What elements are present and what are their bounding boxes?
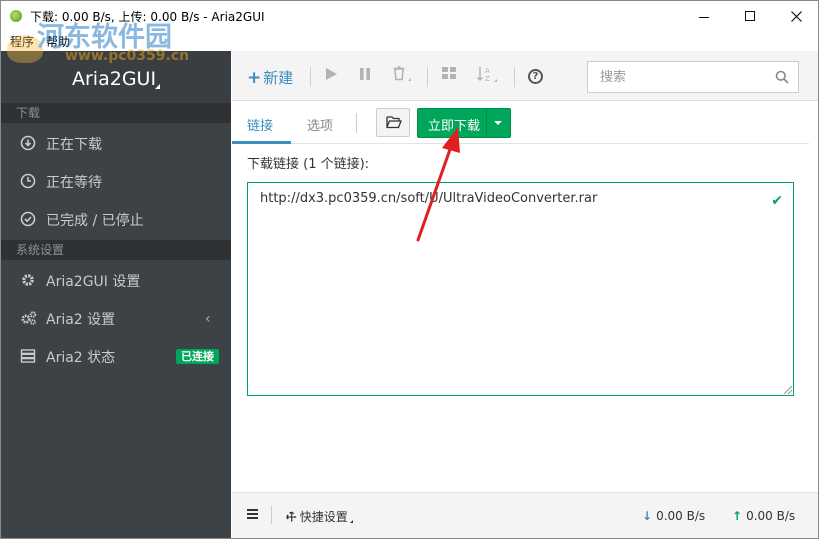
- open-file-button[interactable]: [376, 108, 410, 137]
- play-icon: [326, 68, 337, 80]
- sidebar-item-completed[interactable]: 已完成 / 已停止: [1, 200, 231, 238]
- quick-settings-button[interactable]: ⚒快捷设置: [282, 508, 348, 526]
- app-icon: [10, 10, 22, 22]
- toolbar-divider: [514, 67, 515, 87]
- download-speed: ↓ 0.00 B/s: [642, 509, 705, 523]
- download-links-label: 下载链接 (1 个链接):: [247, 157, 370, 172]
- arrow-up-icon: ↑: [732, 509, 743, 523]
- sort-alpha-icon: AZ: [476, 67, 490, 83]
- search-icon[interactable]: [775, 70, 789, 84]
- delete-caret-icon: [408, 78, 411, 81]
- app-window: 下载: 0.00 B/s, 上传: 0.00 B/s - Aria2GUI 程序…: [0, 0, 819, 539]
- sidebar-item-downloading[interactable]: 正在下载: [1, 124, 231, 162]
- close-icon: [790, 10, 802, 22]
- plus-icon: +: [247, 68, 262, 88]
- maximize-icon: [745, 11, 755, 21]
- brand-caret-icon: [155, 84, 160, 89]
- sidebar-item-waiting[interactable]: 正在等待: [1, 162, 231, 200]
- minimize-button[interactable]: [681, 1, 727, 31]
- grid-icon: [442, 67, 456, 79]
- sidebar-item-aria2-settings[interactable]: Aria2 设置 ‹: [1, 299, 231, 337]
- select-all-button[interactable]: [438, 65, 460, 87]
- download-circle-icon: [20, 135, 36, 151]
- sidebar-item-aria2gui-settings[interactable]: Aria2GUI 设置: [1, 261, 231, 299]
- active-tab-indicator: [232, 141, 291, 144]
- url-textarea[interactable]: http://dx3.pc0359.cn/soft/U/UltraVideoCo…: [247, 182, 794, 396]
- url-value: http://dx3.pc0359.cn/soft/U/UltraVideoCo…: [260, 191, 598, 206]
- clock-icon: [20, 173, 36, 189]
- footer-divider: [271, 506, 272, 524]
- gear-icon: [20, 272, 36, 288]
- gears-icon: [20, 310, 37, 326]
- arrow-down-icon: ↓: [642, 509, 653, 523]
- sidebar-item-aria2-status[interactable]: Aria2 状态 已连接: [1, 337, 231, 375]
- server-icon: [20, 348, 36, 364]
- hamburger-menu-icon[interactable]: [247, 509, 258, 519]
- chevron-left-icon: ‹: [205, 311, 211, 327]
- new-task-label: 新建: [263, 69, 294, 87]
- status-badge: 已连接: [176, 349, 219, 364]
- quick-settings-caret-icon: [350, 520, 353, 523]
- sidebar: Aria2GUI 下载 正在下载 正在等待 已完成 / 已停止 系统设置 Ari…: [1, 51, 231, 538]
- check-icon: ✔: [771, 193, 783, 209]
- upload-speed-value: 0.00 B/s: [746, 509, 796, 523]
- sidebar-item-label: 正在下载: [46, 137, 102, 153]
- toolbar-divider: [427, 67, 428, 87]
- folder-open-icon: [386, 116, 402, 129]
- download-now-button[interactable]: 立即下载: [417, 108, 511, 138]
- tab-options[interactable]: 选项: [307, 115, 333, 134]
- toolbar: + 新建 AZ ?: [232, 51, 818, 101]
- help-icon[interactable]: ?: [528, 69, 543, 84]
- tab-links[interactable]: 链接: [247, 115, 273, 134]
- search-box: [587, 61, 799, 93]
- watermark-url: www.pc0359.cn: [65, 48, 190, 64]
- check-circle-icon: [20, 211, 36, 227]
- new-task-button[interactable]: + 新建: [247, 67, 293, 88]
- svg-text:Z: Z: [485, 75, 490, 83]
- maximize-button[interactable]: [727, 1, 773, 31]
- sort-button[interactable]: AZ: [474, 65, 496, 87]
- close-button[interactable]: [773, 1, 819, 31]
- dropdown-caret-icon[interactable]: [494, 121, 502, 125]
- delete-button[interactable]: [388, 65, 410, 87]
- resize-grip-icon[interactable]: [784, 386, 792, 394]
- toolbar-divider: [310, 67, 311, 87]
- quick-settings-label: 快捷设置: [299, 510, 348, 524]
- pause-icon: [360, 68, 370, 80]
- sidebar-item-label: Aria2GUI 设置: [46, 274, 141, 290]
- minimize-icon: [699, 16, 709, 18]
- start-button[interactable]: [320, 65, 342, 87]
- download-now-label: 立即下载: [428, 119, 481, 134]
- section-header-settings: 系统设置: [1, 240, 231, 260]
- tabs-row: 链接 选项 立即下载: [232, 102, 809, 144]
- search-input[interactable]: [588, 62, 768, 92]
- sidebar-item-label: 正在等待: [46, 175, 102, 191]
- sidebar-item-label: 已完成 / 已停止: [46, 213, 144, 229]
- sort-caret-icon: [494, 79, 497, 82]
- sidebar-item-label: Aria2 设置: [46, 312, 116, 328]
- status-bar: ⚒快捷设置 ↓ 0.00 B/s ↑ 0.00 B/s: [232, 492, 818, 538]
- download-speed-value: 0.00 B/s: [656, 509, 706, 523]
- sidebar-item-label: Aria2 状态: [46, 350, 116, 366]
- section-header-download: 下载: [1, 103, 231, 123]
- upload-speed: ↑ 0.00 B/s: [732, 509, 795, 523]
- tab-divider: [356, 113, 357, 133]
- pause-button[interactable]: [354, 65, 376, 87]
- trash-icon: [393, 66, 405, 81]
- brand-title: Aria2GUI: [72, 68, 157, 90]
- button-split-divider: [486, 109, 487, 137]
- svg-text:A: A: [485, 67, 490, 75]
- wrench-icon: ⚒: [282, 508, 301, 526]
